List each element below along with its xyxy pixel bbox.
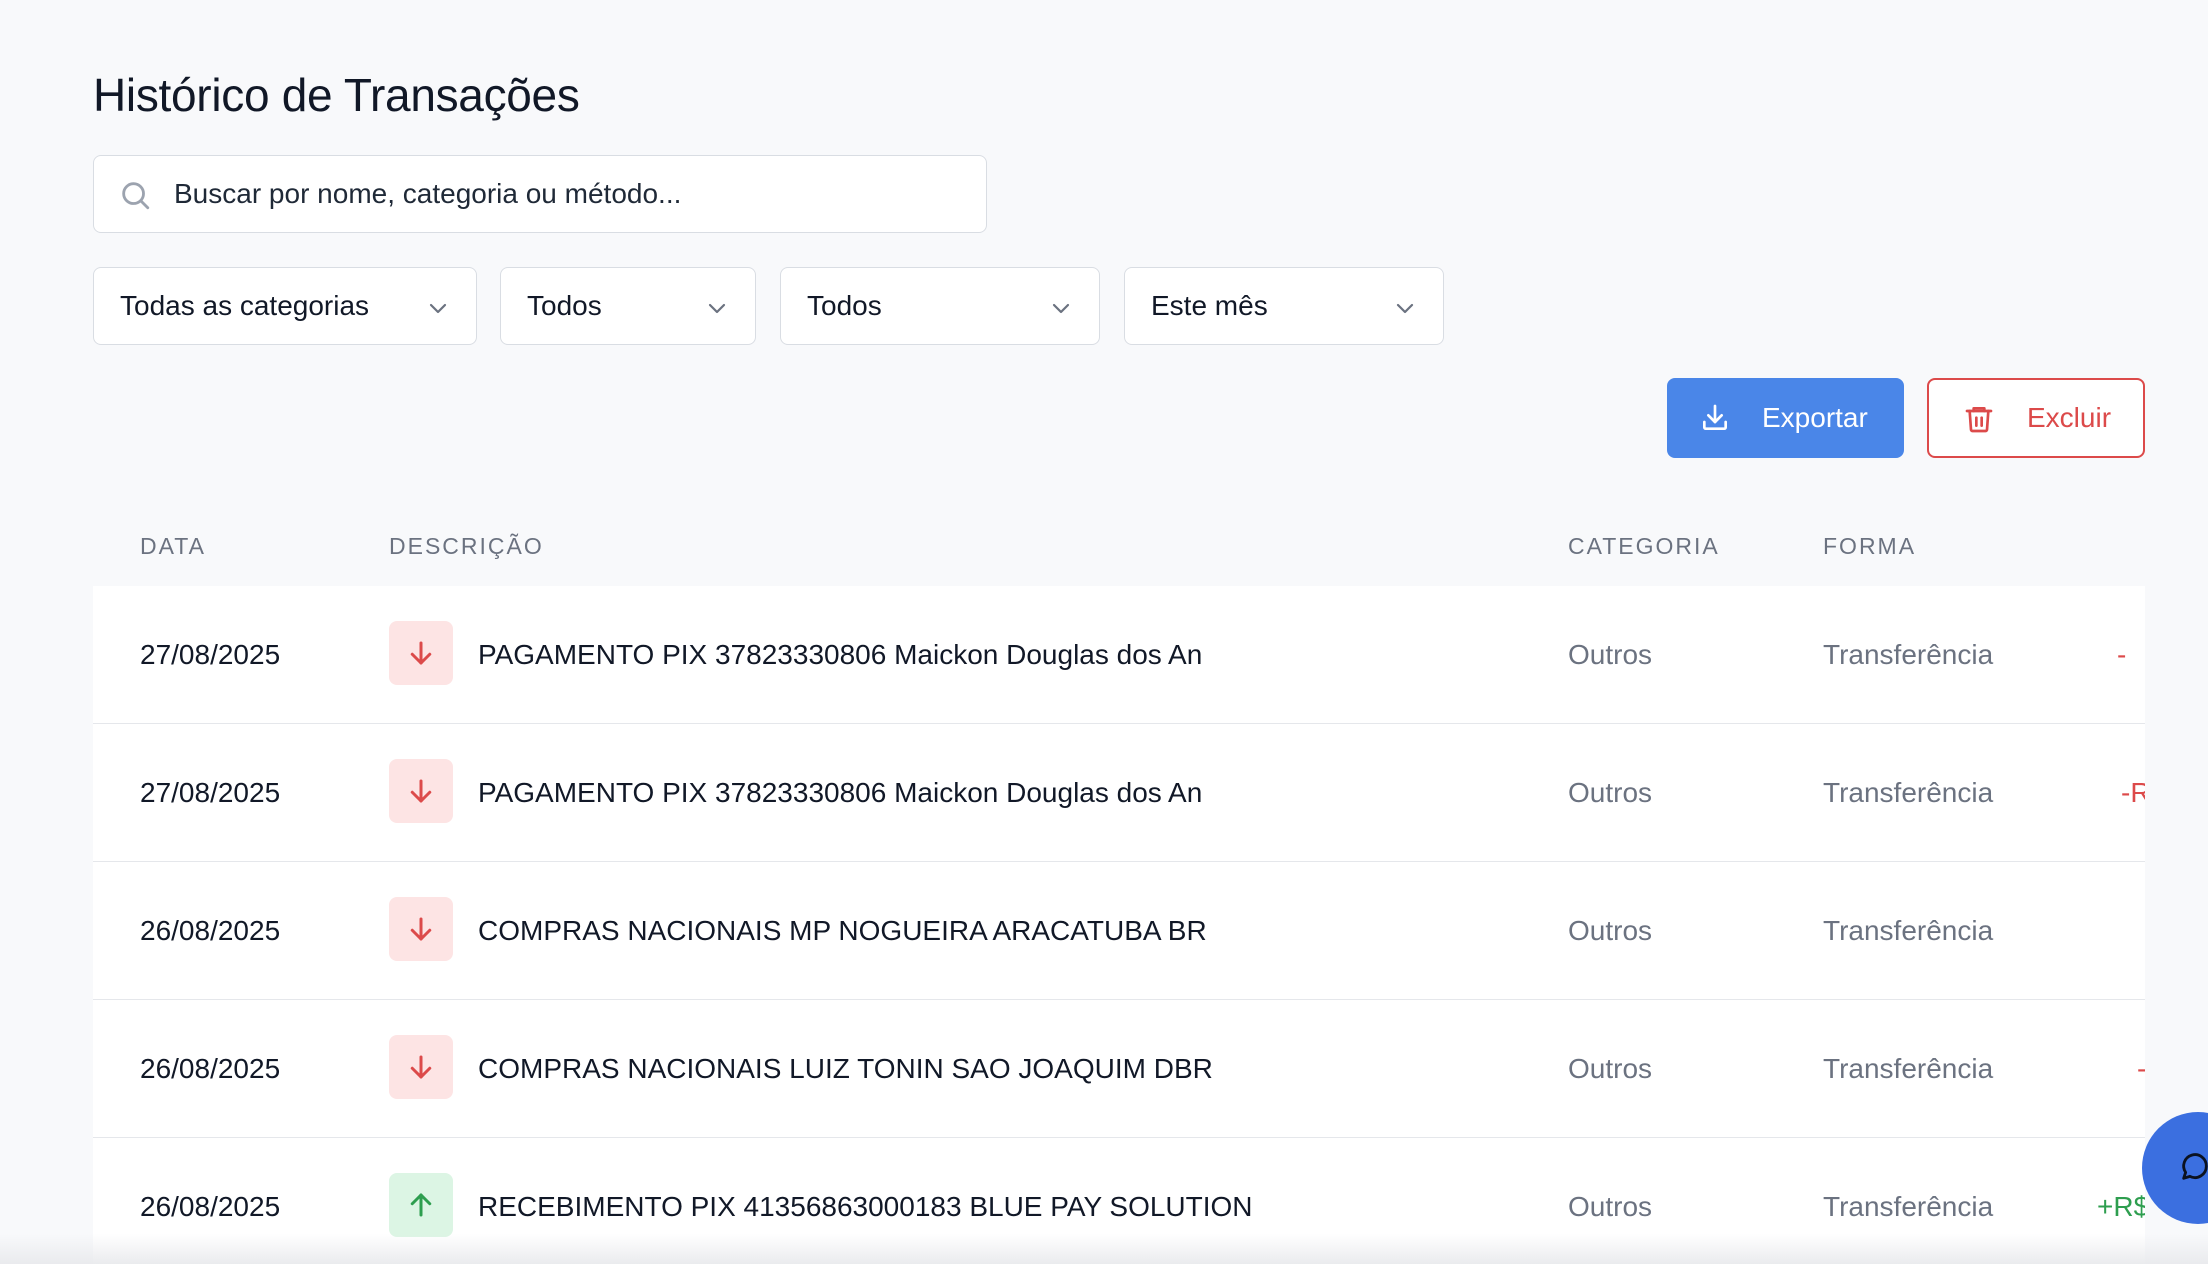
column-header-method[interactable]: FORMA bbox=[1823, 533, 1916, 560]
type-filter-select[interactable]: Todos bbox=[500, 267, 756, 345]
trash-icon bbox=[1965, 407, 1993, 433]
chevron-down-icon bbox=[708, 303, 726, 314]
method-filter-value: Todos bbox=[807, 290, 882, 321]
row-date: 26/08/2025 bbox=[140, 1053, 281, 1084]
transactions-table: 27/08/2025 PAGAMENTO PIX 37823330806 Mai… bbox=[93, 586, 2145, 1264]
table-row[interactable]: 26/08/2025 COMPRAS NACIONAIS LUIZ TONIN … bbox=[93, 1000, 2145, 1138]
export-button-label: Exportar bbox=[1762, 402, 1868, 433]
search-input-text: Buscar por nome, categoria ou método... bbox=[174, 178, 682, 209]
row-amount: -R bbox=[2121, 777, 2145, 808]
arrow-up-icon bbox=[410, 1193, 432, 1217]
row-category: Outros bbox=[1568, 777, 1653, 808]
search-input[interactable]: Buscar por nome, categoria ou método... bbox=[93, 155, 987, 233]
category-filter-value: Todas as categorias bbox=[120, 290, 370, 321]
column-header-category[interactable]: CATEGORIA bbox=[1568, 533, 1720, 560]
chevron-down-icon bbox=[429, 303, 447, 314]
table-row[interactable]: 27/08/2025 PAGAMENTO PIX 37823330806 Mai… bbox=[93, 724, 2145, 862]
chevron-down-icon bbox=[1052, 303, 1070, 314]
transactions-page: Histórico de Transações Buscar por nome,… bbox=[0, 0, 2208, 1264]
arrow-down-icon bbox=[410, 779, 432, 803]
column-header-description[interactable]: DESCRIÇÃO bbox=[389, 533, 544, 560]
row-category: Outros bbox=[1568, 915, 1653, 946]
category-filter-select[interactable]: Todas as categorias bbox=[93, 267, 477, 345]
row-method: Transferência bbox=[1823, 777, 1994, 808]
row-date: 26/08/2025 bbox=[140, 915, 281, 946]
row-description: PAGAMENTO PIX 37823330806 Maickon Dougla… bbox=[478, 639, 1203, 670]
expense-badge bbox=[389, 759, 453, 823]
column-header-date[interactable]: DATA bbox=[140, 533, 206, 560]
arrow-down-icon bbox=[410, 641, 432, 665]
row-method: Transferência bbox=[1823, 639, 1994, 670]
table-row[interactable]: 27/08/2025 PAGAMENTO PIX 37823330806 Mai… bbox=[93, 586, 2145, 724]
download-icon bbox=[1703, 404, 1727, 430]
row-description: COMPRAS NACIONAIS LUIZ TONIN SAO JOAQUIM… bbox=[478, 1053, 1213, 1084]
search-icon bbox=[122, 182, 150, 210]
bottom-scroll-fade bbox=[0, 1234, 2208, 1264]
arrow-down-icon bbox=[410, 917, 432, 941]
type-filter-value: Todos bbox=[527, 290, 602, 321]
chat-bubble-icon bbox=[2182, 1153, 2208, 1180]
row-description: PAGAMENTO PIX 37823330806 Maickon Dougla… bbox=[478, 777, 1203, 808]
row-amount: - bbox=[2117, 639, 2127, 670]
row-method: Transferência bbox=[1823, 915, 1994, 946]
row-method: Transferência bbox=[1823, 1053, 1994, 1084]
page-title: Histórico de Transações bbox=[93, 69, 580, 121]
export-button[interactable]: Exportar bbox=[1667, 378, 1904, 458]
delete-button-label: Excluir bbox=[2027, 402, 2112, 433]
period-filter-select[interactable]: Este mês bbox=[1124, 267, 1444, 345]
row-amount: - bbox=[2137, 1000, 2145, 1138]
period-filter-value: Este mês bbox=[1151, 290, 1268, 321]
arrow-down-icon bbox=[410, 1055, 432, 1079]
row-date: 27/08/2025 bbox=[140, 777, 281, 808]
method-filter-select[interactable]: Todos bbox=[780, 267, 1100, 345]
row-amount bbox=[2097, 862, 2145, 1000]
expense-badge bbox=[389, 897, 453, 961]
expense-badge bbox=[389, 621, 453, 685]
table-row[interactable]: 26/08/2025 COMPRAS NACIONAIS MP NOGUEIRA… bbox=[93, 862, 2145, 1000]
expense-badge bbox=[389, 1035, 453, 1099]
chevron-down-icon bbox=[1396, 303, 1414, 314]
row-category: Outros bbox=[1568, 639, 1653, 670]
row-description: COMPRAS NACIONAIS MP NOGUEIRA ARACATUBA … bbox=[478, 915, 1207, 946]
row-category: Outros bbox=[1568, 1053, 1653, 1084]
income-badge bbox=[389, 1173, 453, 1237]
chat-button[interactable] bbox=[2142, 1112, 2208, 1224]
delete-button[interactable]: Excluir bbox=[1927, 378, 2145, 458]
row-date: 27/08/2025 bbox=[140, 639, 281, 670]
